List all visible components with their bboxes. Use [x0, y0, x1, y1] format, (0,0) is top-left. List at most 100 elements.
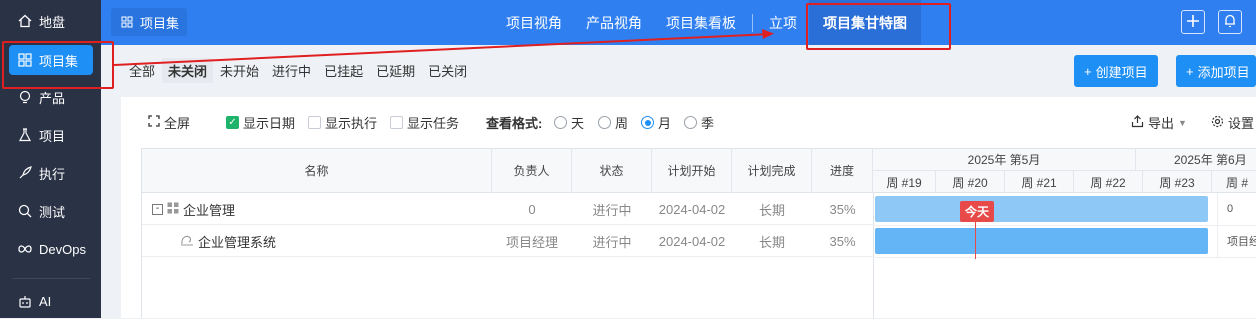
- gantt-grid: 名称 负责人 状态 计划开始 计划完成 进度 2025年 第5月 2025年 第…: [141, 148, 1256, 319]
- table-row[interactable]: - 企业管理 0 进行中 2024-04-02 长期 35%: [142, 193, 873, 225]
- notification-button[interactable]: [1218, 10, 1242, 34]
- today-marker: 今天: [960, 201, 995, 222]
- show-execution-checkbox[interactable]: 显示执行: [308, 113, 377, 132]
- lightbulb-icon: [17, 89, 33, 105]
- row-end: 长期: [758, 202, 785, 218]
- view-quarter-label: 季: [701, 116, 715, 131]
- week-21: 周 #21: [1005, 171, 1074, 193]
- view-day-radio[interactable]: 天: [554, 113, 584, 132]
- sidebar-item-label: 项目: [39, 128, 66, 144]
- add-project-label: 添加项目: [1197, 64, 1250, 80]
- radio-icon: [554, 116, 567, 129]
- home-icon: [17, 13, 33, 29]
- settings-label: 设置: [1228, 116, 1255, 131]
- sidebar-divider: [12, 278, 90, 279]
- view-week-label: 周: [615, 116, 629, 131]
- row-name-cell: 企业管理系统: [180, 225, 276, 257]
- sidebar-item-test[interactable]: 测试: [9, 196, 93, 226]
- plus-icon: [1186, 14, 1200, 31]
- week-20: 周 #20: [936, 171, 1005, 193]
- fullscreen-button[interactable]: 全屏: [148, 113, 190, 132]
- bell-icon: [1224, 14, 1236, 31]
- row-start: 2024-04-02: [658, 233, 726, 249]
- collapse-icon[interactable]: -: [152, 203, 163, 215]
- header-owner[interactable]: 负责人: [492, 149, 572, 193]
- row-end: 长期: [758, 234, 785, 250]
- row-start: 2024-04-02: [658, 201, 726, 217]
- highlight-box: [2, 41, 114, 89]
- header-status[interactable]: 状态: [572, 149, 652, 193]
- flask-icon: [17, 127, 33, 143]
- program-icon: [167, 202, 179, 217]
- row-owner: 0: [528, 201, 536, 217]
- gantt-bar[interactable]: [875, 228, 1208, 254]
- view-day-label: 天: [571, 116, 585, 131]
- plus-icon: +: [1186, 63, 1194, 79]
- sidebar-item-label: 执行: [39, 166, 66, 182]
- fullscreen-label: 全屏: [164, 116, 191, 131]
- gantt-bar[interactable]: [875, 196, 1208, 222]
- timeline-col-line: [1217, 193, 1218, 257]
- header-plan-start[interactable]: 计划开始: [652, 149, 732, 193]
- row-status: 进行中: [592, 202, 632, 218]
- row-progress: 35%: [829, 233, 856, 249]
- show-task-checkbox[interactable]: 显示任务: [390, 113, 459, 132]
- bar-trail-label: 项目经: [1227, 236, 1256, 248]
- sidebar-item-devops[interactable]: DevOps: [9, 234, 93, 264]
- week-23: 周 #23: [1143, 171, 1212, 193]
- view-format-label: 查看格式:: [486, 116, 543, 131]
- sidebar-item-label: 地盘: [39, 14, 66, 30]
- sidebar-item-ai[interactable]: AI: [9, 286, 93, 316]
- header-name[interactable]: 名称: [142, 149, 492, 193]
- show-date-label: 显示日期: [243, 116, 296, 131]
- table-row[interactable]: 企业管理系统 项目经理 进行中 2024-04-02 长期 35%: [142, 225, 873, 257]
- month-may: 2025年 第5月: [873, 149, 1136, 171]
- add-button[interactable]: [1181, 10, 1205, 34]
- checkbox-icon: [308, 116, 321, 129]
- sidebar-item-label: AI: [39, 293, 52, 309]
- gear-icon: [1211, 115, 1224, 131]
- row-name[interactable]: 企业管理: [183, 200, 235, 219]
- highlight-box: [806, 3, 951, 50]
- row-owner: 项目经理: [505, 234, 558, 250]
- sidebar-item-project[interactable]: 项目: [9, 120, 93, 150]
- fullscreen-icon: [148, 115, 160, 130]
- timeline-row-line: [873, 225, 1256, 226]
- sidebar-item-dashboard[interactable]: 地盘: [9, 6, 93, 36]
- header-progress[interactable]: 进度: [812, 149, 873, 193]
- export-label: 导出: [1148, 116, 1175, 131]
- project-icon: [180, 234, 194, 249]
- row-name[interactable]: 企业管理系统: [198, 232, 276, 251]
- create-project-button[interactable]: + 创建项目: [1074, 55, 1158, 87]
- show-execution-label: 显示执行: [325, 116, 378, 131]
- show-task-label: 显示任务: [407, 116, 460, 131]
- radio-icon: [598, 116, 611, 129]
- sidebar-item-label: 产品: [39, 90, 66, 106]
- gantt-panel: 全屏 ✓ 显示日期 显示执行 显示任务 查看格式: 天 周 月 季 导出 ▼ 设…: [121, 97, 1256, 319]
- timeline-divider: [873, 193, 874, 319]
- row-progress: 35%: [829, 201, 856, 217]
- rocket-icon: [17, 165, 33, 181]
- row-status: 进行中: [592, 234, 632, 250]
- sidebar-item-execution[interactable]: 执行: [9, 158, 93, 188]
- infinity-icon: [17, 241, 33, 257]
- robot-icon: [17, 293, 33, 309]
- settings-button[interactable]: 设置: [1211, 113, 1254, 132]
- view-quarter-radio[interactable]: 季: [684, 113, 714, 132]
- row-name-cell: - 企业管理: [152, 193, 235, 225]
- view-month-label: 月: [658, 116, 672, 131]
- plus-icon: +: [1084, 63, 1092, 79]
- header-plan-end[interactable]: 计划完成: [732, 149, 812, 193]
- view-month-radio[interactable]: 月: [641, 113, 671, 132]
- export-dropdown[interactable]: 导出 ▼: [1131, 113, 1187, 132]
- checkmark-icon: ✓: [226, 116, 239, 129]
- bar-trail-label: 0: [1227, 203, 1234, 215]
- sidebar-item-label: DevOps: [39, 241, 86, 257]
- export-icon: [1131, 114, 1144, 131]
- show-date-checkbox[interactable]: ✓ 显示日期: [226, 113, 295, 132]
- chevron-down-icon: ▼: [1178, 117, 1187, 128]
- add-project-button[interactable]: + 添加项目: [1176, 55, 1256, 87]
- week-22: 周 #22: [1074, 171, 1143, 193]
- view-week-radio[interactable]: 周: [598, 113, 628, 132]
- gantt-toolbar: 全屏 ✓ 显示日期 显示执行 显示任务 查看格式: 天 周 月 季 导出 ▼ 设…: [121, 97, 1256, 147]
